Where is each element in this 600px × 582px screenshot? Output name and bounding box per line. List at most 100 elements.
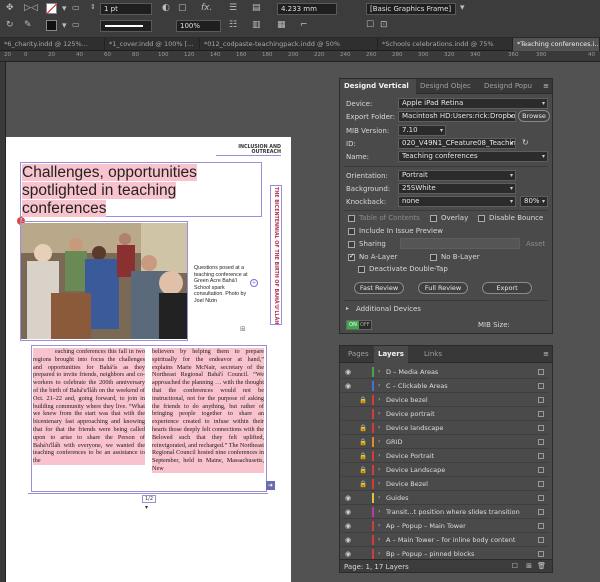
tab-pages[interactable]: Pages [344, 346, 373, 363]
tab-schools[interactable]: *Schools celebrations.indd @ 75% [378, 38, 513, 51]
on-off-toggle[interactable]: ON OFF [346, 320, 372, 330]
disable-bounce-checkbox[interactable] [478, 215, 485, 222]
refresh-icon[interactable]: ↻ [522, 138, 529, 147]
tab-designd-vertical[interactable]: Designd Vertical [340, 79, 416, 94]
layer-row[interactable]: ◉ › C – Clickable Areas [341, 379, 548, 393]
fx-opacity-icon[interactable]: ◐ [162, 3, 170, 13]
knockback-select[interactable]: none [398, 196, 516, 207]
export-folder-field[interactable]: Macintosh HD:Users:rick:Dropbox (B [398, 111, 516, 122]
eye-icon[interactable]: ◉ [345, 522, 351, 530]
background-select[interactable]: 25SWhite [398, 183, 516, 194]
expand-icon[interactable]: › [378, 550, 380, 557]
jump-icon[interactable]: ▥ [252, 20, 261, 30]
layer-target-icon[interactable] [538, 439, 544, 445]
layer-row[interactable]: ◉ › D – Media Areas [341, 365, 548, 379]
fill-swatch[interactable] [46, 3, 57, 15]
layer-target-icon[interactable] [538, 369, 544, 375]
layer-row[interactable]: 🔒 › Device Landscape [341, 463, 548, 477]
full-review-button[interactable]: Full Review [418, 282, 468, 294]
no-a-layer-checkbox[interactable]: ✓ [348, 252, 355, 261]
device-select[interactable]: Apple iPad Retina [398, 98, 548, 109]
layer-target-icon[interactable] [538, 453, 544, 459]
rotate-icon[interactable]: ↻ [6, 20, 14, 30]
lock-icon[interactable]: 🔒 [359, 396, 367, 404]
zoom-field[interactable]: 100% [176, 20, 221, 32]
wrap-icon[interactable]: ☰ [229, 3, 237, 13]
layer-target-icon[interactable] [538, 551, 544, 557]
pen-icon[interactable]: ✎ [24, 20, 32, 30]
stroke-type-select[interactable] [100, 20, 152, 32]
layer-row[interactable]: ◉ › Transit...t position where slides tran… [341, 505, 548, 519]
toc-checkbox[interactable] [348, 215, 355, 222]
layer-target-icon[interactable] [538, 509, 544, 515]
reference-point-icon[interactable]: ✥ [6, 3, 14, 13]
tab-designd-popups[interactable]: Designd Popu [480, 79, 540, 94]
layer-row[interactable]: 🔒 › GRID [341, 435, 548, 449]
expand-icon[interactable]: › [378, 494, 380, 501]
tab-teaching-conferences[interactable]: *Teaching conferences.i... [513, 38, 600, 51]
gradient-icon[interactable]: ▭ [72, 3, 80, 12]
layer-row[interactable]: ◉ › Guides [341, 491, 548, 505]
browse-button[interactable]: Browse [518, 110, 550, 122]
mib-version-select[interactable]: 7.10 [398, 125, 446, 136]
expand-icon[interactable]: › [378, 396, 380, 403]
fx-icon[interactable]: fx. [201, 3, 212, 13]
expand-icon[interactable]: › [378, 480, 380, 487]
expand-icon[interactable]: › [378, 438, 380, 445]
object-style-icon[interactable]: ▾ [460, 3, 465, 13]
no-b-layer-checkbox[interactable] [430, 254, 437, 261]
fit-icon[interactable]: ⊡ [380, 20, 388, 30]
layer-row[interactable]: 🔒 › Device bezel [341, 393, 548, 407]
corner-icon[interactable]: ⌐ [300, 20, 308, 30]
eye-icon[interactable]: ◉ [345, 382, 351, 390]
link-icon[interactable]: + [250, 279, 258, 287]
lock-icon[interactable]: 🔒 [359, 480, 367, 488]
dimension-field[interactable]: 4.233 mm [277, 3, 337, 15]
container-icon[interactable]: ▭ [72, 20, 80, 29]
layer-row[interactable]: ◉ › A – Main Tower – for inline body conte… [341, 533, 548, 547]
flip-icon[interactable]: ▷◁ [24, 3, 38, 13]
auto-fit-icon[interactable]: ☐ [366, 20, 374, 30]
layer-target-icon[interactable] [538, 537, 544, 543]
additional-devices-toggle[interactable]: Additional Devices [356, 305, 421, 313]
id-field[interactable]: 020_V49N1_CFeature08_TeachingCc [398, 138, 516, 149]
panel-menu-icon[interactable]: ≡ [543, 82, 549, 90]
layer-row[interactable]: 🔒 › Device landscape [341, 421, 548, 435]
layer-target-icon[interactable] [538, 481, 544, 487]
layer-target-icon[interactable] [538, 397, 544, 403]
eye-icon[interactable]: ◉ [345, 368, 351, 376]
sharing-field[interactable] [400, 238, 520, 249]
eye-icon[interactable]: ◉ [345, 508, 351, 516]
lock-icon[interactable]: 🔒 [359, 438, 367, 446]
expand-icon[interactable]: › [378, 508, 380, 515]
grid-icon[interactable]: ▦ [277, 20, 286, 30]
text-wrap-icon[interactable]: ▤ [252, 3, 261, 13]
knockback-percent-select[interactable]: 80% [520, 196, 548, 207]
panel-menu-icon[interactable]: ≡ [543, 350, 549, 358]
expand-icon[interactable]: › [378, 522, 380, 529]
layer-target-icon[interactable] [538, 523, 544, 529]
lock-icon[interactable]: 🔒 [359, 452, 367, 460]
text-overflow-icon[interactable]: ➜ [266, 481, 275, 490]
deactivate-double-tap-checkbox[interactable] [358, 266, 365, 273]
layer-row[interactable]: 🔒 › Device Portrait [341, 449, 548, 463]
eye-icon[interactable]: ◉ [345, 550, 351, 558]
object-style-select[interactable]: [Basic Graphics Frame] [366, 3, 456, 15]
orientation-select[interactable]: Portrait [398, 170, 516, 181]
export-button[interactable]: Export [482, 282, 532, 294]
new-layer-icon[interactable]: ☐ [512, 562, 518, 570]
dropdown-icon[interactable]: ▾ [62, 4, 67, 14]
expand-icon[interactable]: › [378, 424, 380, 431]
trash-icon[interactable]: 🗑 [537, 562, 546, 570]
include-preview-checkbox[interactable] [348, 228, 355, 235]
document-page[interactable]: INCLUSION AND OUTREACH Challenges, oppor… [6, 137, 291, 582]
layer-row[interactable]: ◉ › Ap – Popup – Main Tower [341, 519, 548, 533]
disclosure-icon[interactable]: ▸ [346, 305, 349, 312]
expand-icon[interactable]: › [378, 368, 380, 375]
new-sublayer-icon[interactable]: ⊞ [526, 562, 532, 570]
expand-icon[interactable]: › [378, 382, 380, 389]
eye-icon[interactable]: ◉ [345, 536, 351, 544]
layer-target-icon[interactable] [538, 425, 544, 431]
expand-icon[interactable]: › [378, 466, 380, 473]
fitting-icon[interactable]: ▢ [178, 3, 187, 13]
